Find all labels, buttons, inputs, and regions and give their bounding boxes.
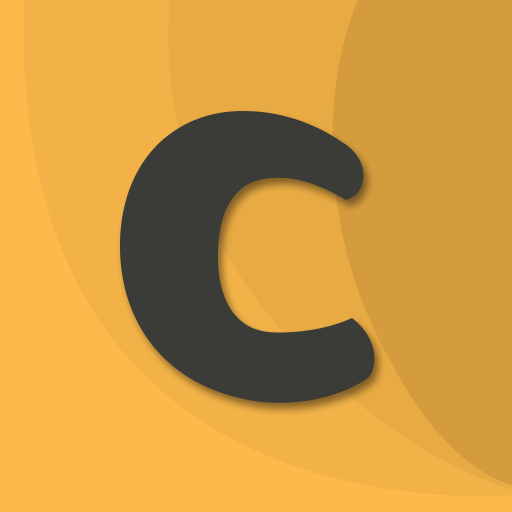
app-icon: C (0, 0, 512, 512)
app-icon-graphic (0, 0, 512, 512)
